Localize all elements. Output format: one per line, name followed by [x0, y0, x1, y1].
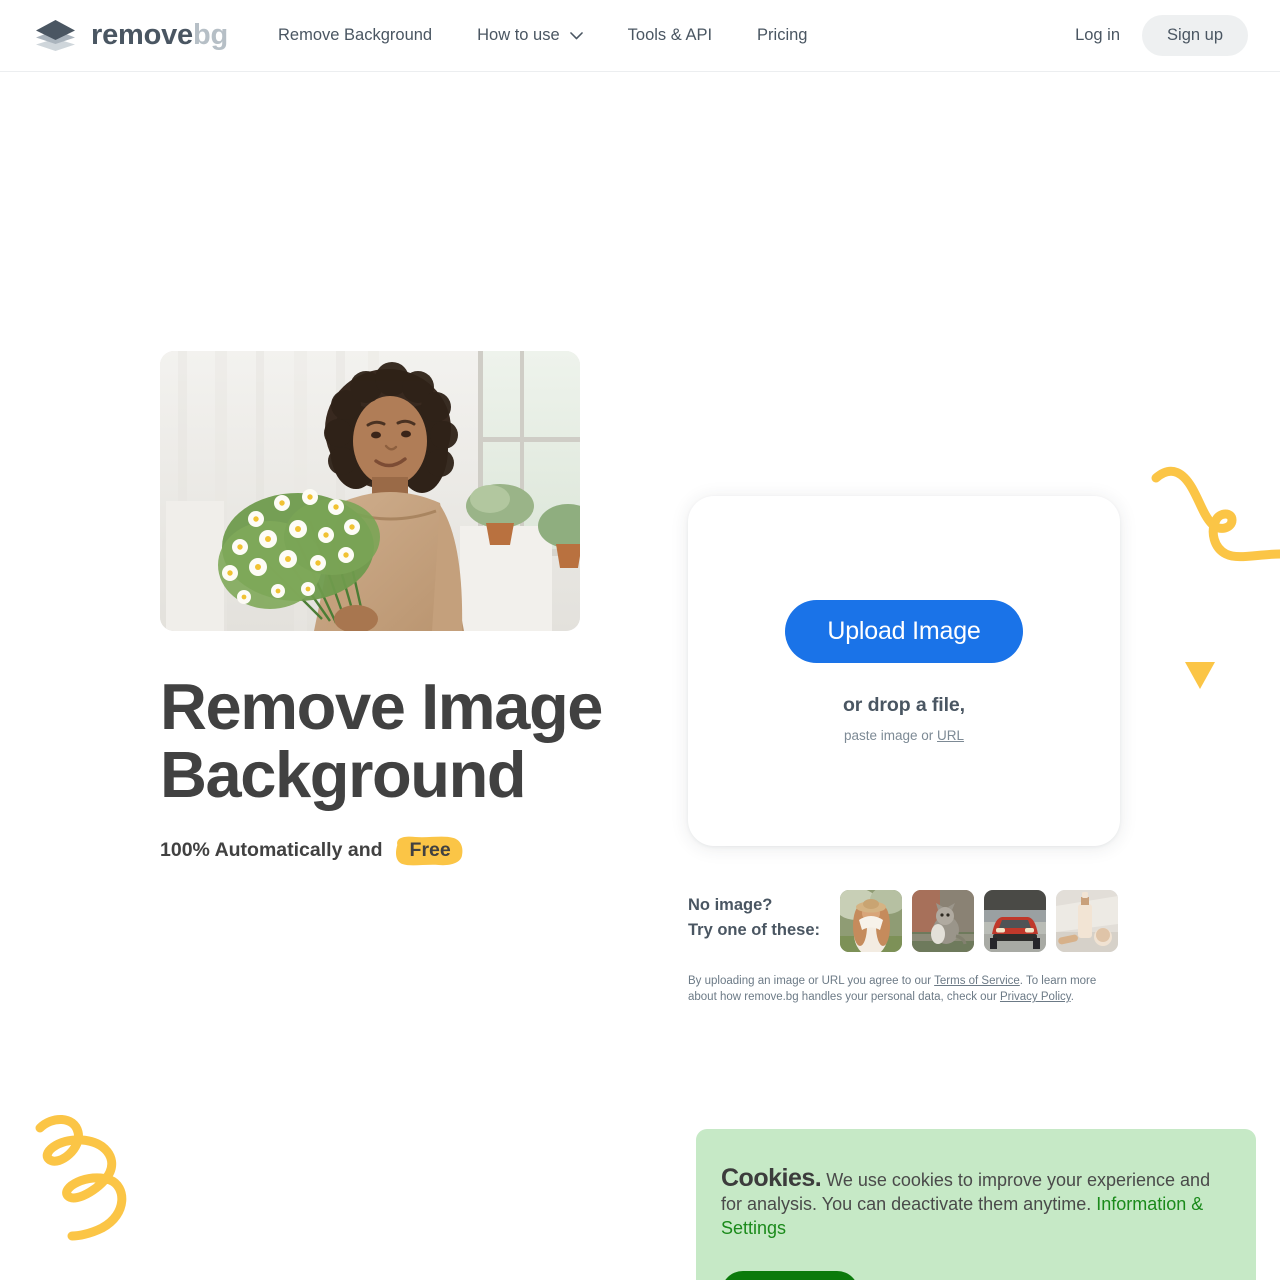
accept-all-button[interactable]: Accept all [721, 1271, 859, 1280]
nav-how-to-use[interactable]: How to use [477, 26, 583, 45]
sample-images-label: No image? Try one of these: [688, 890, 820, 943]
hero-title-line2: Background [160, 738, 527, 811]
cookie-banner: Cookies. We use cookies to improve your … [696, 1129, 1256, 1280]
sample-thumbnail-cat[interactable] [912, 890, 975, 952]
main-nav: Remove Background How to use Tools & API… [278, 26, 807, 45]
yellow-spiral-icon [30, 1110, 140, 1250]
free-label: Free [409, 839, 451, 861]
layers-diamond-icon [33, 18, 78, 54]
nav-label: Remove Background [278, 26, 433, 44]
sample-thumbnails [840, 890, 1119, 952]
sample-thumbnail-woman[interactable] [840, 890, 903, 952]
nav-pricing[interactable]: Pricing [757, 26, 807, 45]
sample-thumbnail-car[interactable] [984, 890, 1047, 952]
nav-remove-background[interactable]: Remove Background [278, 26, 432, 45]
chevron-down-icon [569, 31, 583, 40]
page-body: Remove Image Background 100% Automaticall… [0, 72, 1280, 1280]
yellow-squiggle-icon [1150, 462, 1280, 577]
upload-image-button[interactable]: Upload Image [785, 599, 1023, 663]
cookie-heading: Cookies. [721, 1164, 822, 1192]
terms-of-service-link[interactable]: Terms of Service [934, 975, 1020, 987]
brand-name-secondary: bg [192, 19, 229, 51]
hero-subtitle: 100% Automatically and Free [160, 836, 680, 865]
legal-disclaimer: By uploading an image or URL you agree t… [688, 973, 1100, 1005]
upload-column: Upload Image or drop a file, paste image… [688, 496, 1120, 1005]
drop-file-text: or drop a file, [842, 693, 965, 716]
legal-part1: By uploading an image or URL you agree t… [688, 975, 935, 987]
paste-url-link[interactable]: URL [937, 728, 964, 743]
brand-logo[interactable]: removebg [33, 18, 228, 54]
sample-label-line1: No image? [688, 896, 773, 914]
nav-label: How to use [477, 26, 560, 44]
login-link[interactable]: Log in [1075, 26, 1120, 45]
privacy-policy-link[interactable]: Privacy Policy [1000, 991, 1071, 1003]
page-title: Remove Image Background [160, 673, 640, 809]
site-header: removebg Remove Background How to use To… [0, 0, 1280, 72]
brand-wordmark: removebg [91, 21, 228, 50]
free-highlight: Free [394, 836, 465, 865]
cookie-actions: Accept all Reject all [721, 1271, 1224, 1280]
signup-button[interactable]: Sign up [1142, 15, 1248, 56]
legal-part3: . [1070, 991, 1074, 1003]
paste-hint: paste image or URL [844, 728, 964, 743]
hero-photo [160, 351, 580, 631]
nav-tools-api[interactable]: Tools & API [628, 26, 712, 45]
header-actions: Log in Sign up [1075, 15, 1248, 56]
upload-dropzone[interactable]: Upload Image or drop a file, paste image… [688, 496, 1120, 846]
yellow-triangle-icon [1184, 660, 1216, 690]
sample-images-section: No image? Try one of these: [688, 890, 1120, 952]
hero-left-column: Remove Image Background 100% Automaticall… [160, 351, 680, 865]
brand-name-primary: remove [91, 19, 193, 51]
paste-hint-prefix: paste image or [843, 727, 938, 743]
cookie-message: Cookies. We use cookies to improve your … [721, 1166, 1224, 1240]
hero-subtitle-prefix: 100% Automatically and [160, 839, 383, 861]
hero-title-line1: Remove Image [160, 670, 603, 743]
nav-label: Pricing [757, 26, 808, 44]
nav-label: Tools & API [627, 26, 713, 44]
sample-thumbnail-cosmetics[interactable] [1056, 890, 1119, 952]
sample-label-line2: Try one of these: [688, 921, 821, 939]
